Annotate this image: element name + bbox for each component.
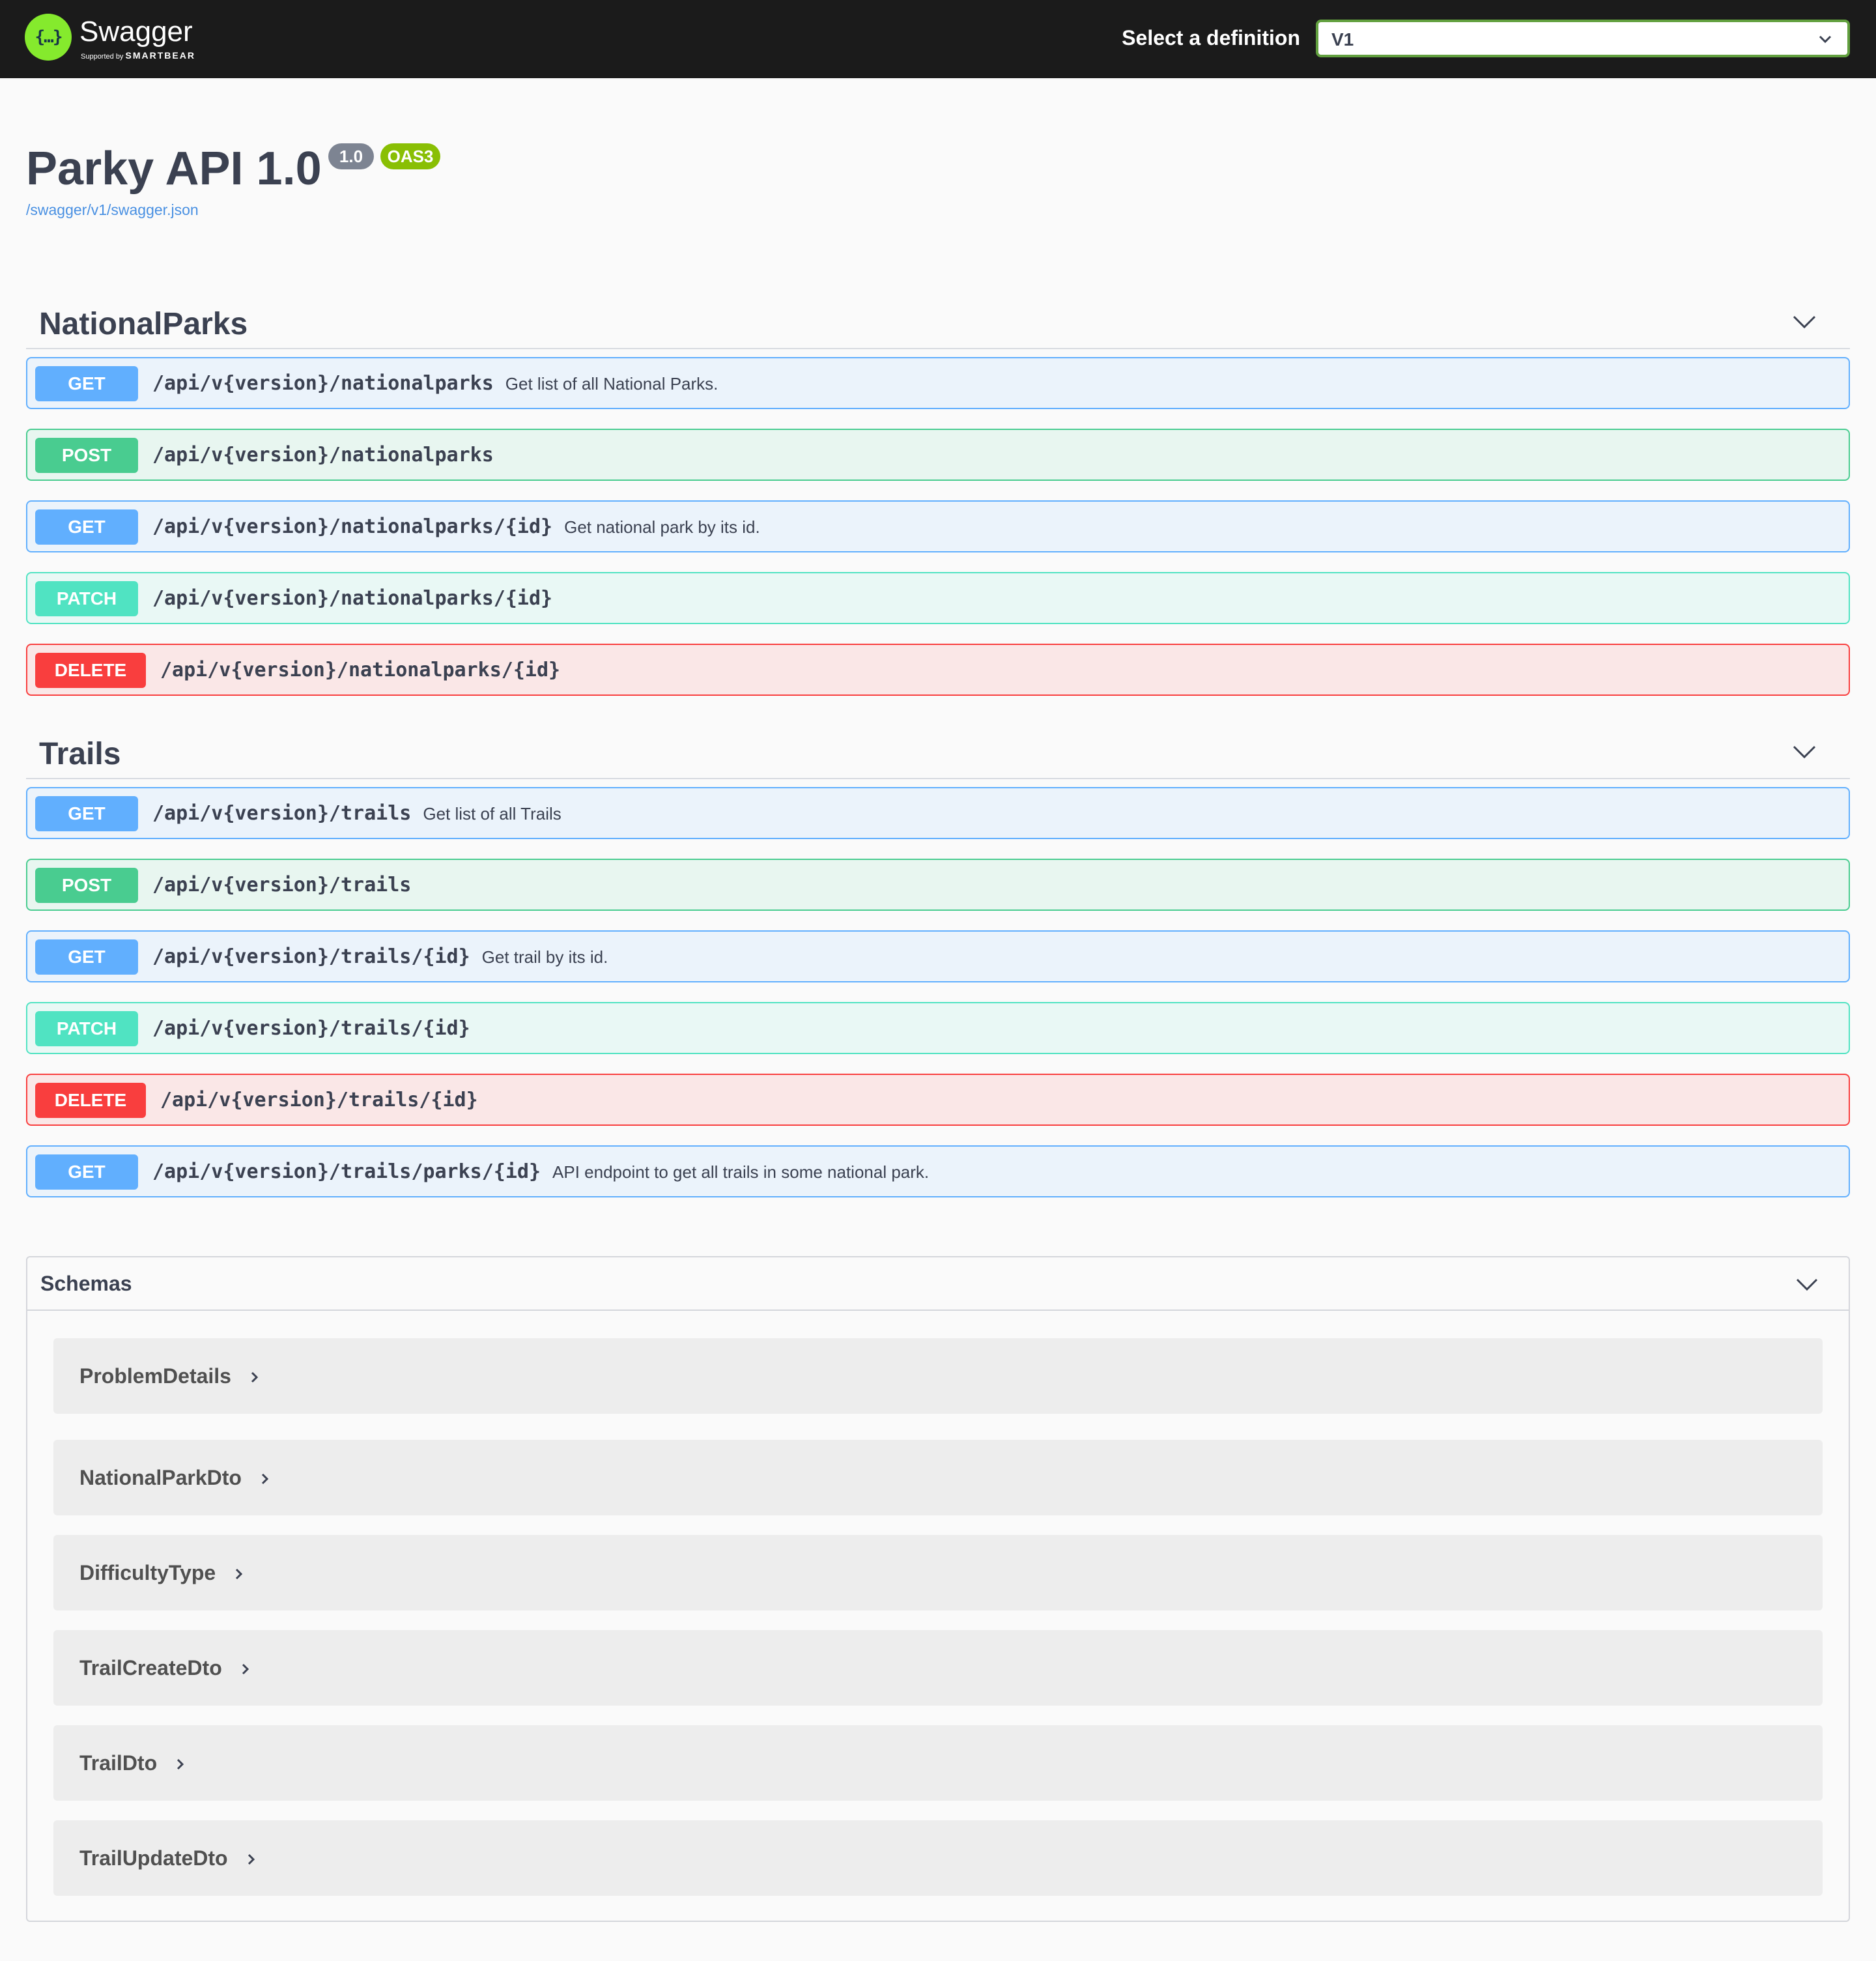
chevron-down-icon [1796, 1278, 1818, 1291]
model-name-text: TrailDto [79, 1751, 158, 1775]
path-text: /api/v{version}/trails/{id} [152, 1017, 470, 1040]
operation-summary: Get list of all Trails [423, 804, 561, 823]
method-badge-delete: DELETE [35, 653, 146, 688]
operation-summary: Get trail by its id. [481, 947, 608, 967]
chevron-right-icon [236, 1568, 243, 1580]
model-name-text: TrailUpdateDto [79, 1846, 228, 1870]
method-badge-get: GET [35, 366, 138, 401]
operation-path: /api/v{version}/nationalparks/{id} [160, 657, 560, 684]
operation-path: /api/v{version}/nationalparks/{id} [152, 585, 552, 612]
top-bar: {…} Swagger Supported by SMARTBEAR Selec… [0, 0, 1876, 78]
path-text: /api/v{version}/trails/parks/{id} [152, 1160, 541, 1183]
operation-path: /api/v{version}/trails/{id} Get trail by … [152, 943, 608, 971]
operation-path: /api/v{version}/nationalparks/{id} Get na… [152, 513, 760, 541]
operation-delete-nationalpark[interactable]: DELETE /api/v{version}/nationalparks/{id… [26, 644, 1850, 696]
operation-patch-trail[interactable]: PATCH /api/v{version}/trails/{id} [26, 1002, 1850, 1054]
path-text: /api/v{version}/nationalparks/{id} [160, 659, 561, 681]
operation-post-nationalparks[interactable]: POST /api/v{version}/nationalparks [26, 429, 1850, 481]
operation-path: /api/v{version}/trails/{id} [160, 1087, 478, 1114]
operation-path: /api/v{version}/nationalparks Get list of… [152, 370, 718, 397]
definition-select-value: V1 [1331, 29, 1354, 50]
schema-model-name: ProblemDetails [79, 1363, 259, 1389]
path-text: /api/v{version}/nationalparks/{id} [152, 515, 553, 538]
operation-get-trails-by-park[interactable]: GET /api/v{version}/trails/parks/{id} API… [26, 1145, 1850, 1197]
operation-path: /api/v{version}/trails/parks/{id} API end… [152, 1158, 929, 1186]
method-badge-get: GET [35, 1154, 138, 1190]
schemas-title: Schemas [40, 1272, 132, 1295]
operation-delete-trail[interactable]: DELETE /api/v{version}/trails/{id} [26, 1074, 1850, 1126]
swagger-logo-icon: {…} [25, 14, 72, 61]
schema-model-name: TrailUpdateDto [79, 1845, 255, 1871]
operation-patch-nationalpark[interactable]: PATCH /api/v{version}/nationalparks/{id} [26, 572, 1850, 624]
method-badge-get: GET [35, 939, 138, 975]
tag-header-trails[interactable]: Trails [26, 715, 1850, 779]
operation-get-nationalpark-by-id[interactable]: GET /api/v{version}/nationalparks/{id} Ge… [26, 500, 1850, 552]
operation-get-nationalparks[interactable]: GET /api/v{version}/nationalparks Get lis… [26, 357, 1850, 409]
path-text: /api/v{version}/trails/{id} [152, 945, 470, 968]
chevron-down-icon [1793, 745, 1816, 759]
operation-summary: API endpoint to get all trails in some n… [552, 1162, 930, 1182]
path-text: /api/v{version}/nationalparks [152, 444, 494, 466]
operation-get-trails[interactable]: GET /api/v{version}/trails Get list of al… [26, 787, 1850, 839]
schema-model-problemdetails[interactable]: ProblemDetails [53, 1338, 1823, 1414]
oas-badge: OAS3 [380, 143, 440, 169]
method-badge-get: GET [35, 796, 138, 831]
operation-path: /api/v{version}/trails [152, 872, 411, 899]
schemas-section: Schemas ProblemDetails NationalParkDto D… [26, 1256, 1850, 1922]
chevron-right-icon [242, 1663, 249, 1675]
schema-model-name: TrailCreateDto [79, 1655, 249, 1681]
version-badge: 1.0 [328, 143, 374, 169]
schema-model-name: NationalParkDto [79, 1465, 269, 1491]
path-text: /api/v{version}/trails/{id} [160, 1089, 478, 1111]
path-text: /api/v{version}/trails [152, 874, 412, 896]
path-text: /api/v{version}/nationalparks [152, 372, 494, 395]
method-badge-get: GET [35, 509, 138, 545]
schema-model-name: DifficultyType [79, 1560, 243, 1586]
definition-select[interactable]: V1 [1316, 20, 1850, 57]
logo-sub-brand: SMARTBEAR [125, 50, 195, 61]
swagger-logo[interactable]: {…} Swagger Supported by SMARTBEAR [25, 12, 220, 66]
chevron-down-icon [1819, 35, 1832, 44]
chevron-right-icon [248, 1854, 255, 1865]
chevron-right-icon [177, 1758, 184, 1770]
model-name-text: TrailCreateDto [79, 1656, 222, 1680]
chevron-right-icon [251, 1371, 259, 1383]
method-badge-post: POST [35, 868, 138, 903]
schemas-header[interactable]: Schemas [27, 1257, 1849, 1311]
operation-get-trail-by-id[interactable]: GET /api/v{version}/trails/{id} Get trail… [26, 930, 1850, 982]
model-name-text: ProblemDetails [79, 1364, 231, 1388]
chevron-right-icon [261, 1473, 269, 1485]
method-badge-post: POST [35, 438, 138, 473]
method-badge-patch: PATCH [35, 581, 138, 616]
operation-path: /api/v{version}/trails Get list of all Tr… [152, 800, 561, 827]
logo-sub-prefix: Supported by [81, 53, 124, 61]
operation-post-trails[interactable]: POST /api/v{version}/trails [26, 859, 1850, 911]
operation-summary: Get national park by its id. [564, 517, 760, 537]
path-text: /api/v{version}/nationalparks/{id} [152, 587, 553, 610]
swagger-logo-subtitle: Supported by SMARTBEAR [81, 51, 195, 61]
spec-url-link[interactable]: /swagger/v1/swagger.json [26, 199, 199, 220]
tag-header-nationalparks[interactable]: NationalParks [26, 285, 1850, 349]
schema-model-name: TrailDto [79, 1750, 184, 1776]
operation-path: /api/v{version}/nationalparks [152, 442, 494, 469]
operation-summary: Get list of all National Parks. [505, 374, 718, 394]
model-name-text: DifficultyType [79, 1561, 216, 1584]
schema-model-traildto[interactable]: TrailDto [53, 1725, 1823, 1801]
definition-label: Select a definition [1122, 26, 1300, 50]
schema-model-trailcreatedto[interactable]: TrailCreateDto [53, 1630, 1823, 1706]
method-badge-delete: DELETE [35, 1083, 146, 1118]
chevron-down-icon [1793, 315, 1816, 329]
model-name-text: NationalParkDto [79, 1466, 242, 1489]
schema-model-difficultytype[interactable]: DifficultyType [53, 1535, 1823, 1610]
swagger-logo-text: Swagger [79, 16, 193, 48]
operation-path: /api/v{version}/trails/{id} [152, 1015, 470, 1042]
api-title: Parky API 1.0 [26, 143, 322, 195]
schema-model-trailupdatedto[interactable]: TrailUpdateDto [53, 1820, 1823, 1896]
tag-name: Trails [39, 737, 121, 771]
tag-name: NationalParks [39, 307, 248, 341]
method-badge-patch: PATCH [35, 1011, 138, 1046]
path-text: /api/v{version}/trails [152, 802, 412, 825]
schema-model-nationalparkdto[interactable]: NationalParkDto [53, 1440, 1823, 1515]
